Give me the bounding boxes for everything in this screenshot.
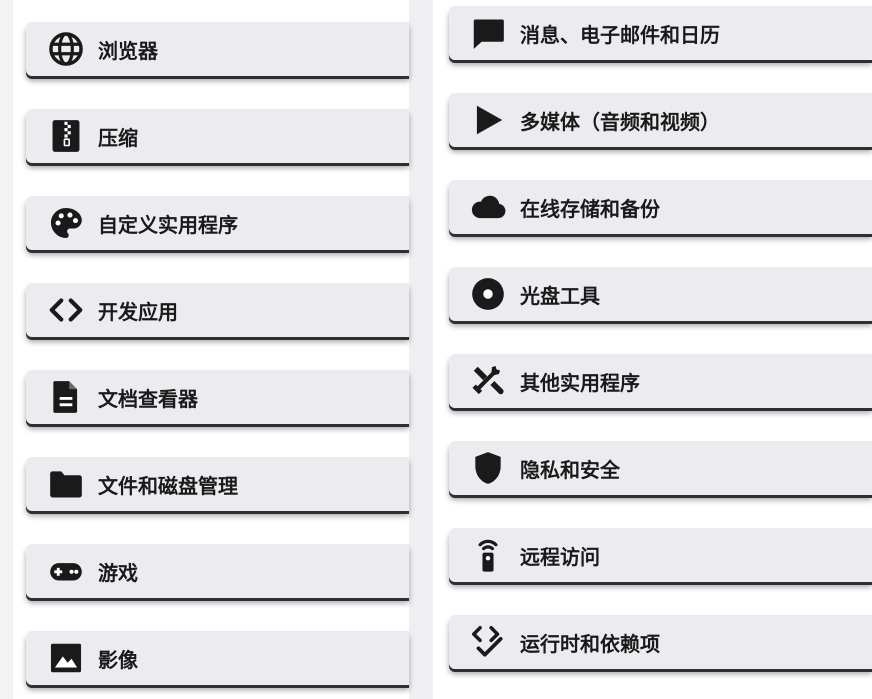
shield-icon (468, 448, 508, 488)
zip-file-icon (46, 116, 86, 156)
category-games[interactable]: 游戏 (26, 544, 409, 598)
left-margin (0, 0, 13, 699)
category-label: 文件和磁盘管理 (98, 473, 238, 498)
category-label: 运行时和依赖项 (520, 631, 660, 656)
category-privacy-security[interactable]: 隐私和安全 (449, 441, 872, 495)
code-check-icon (468, 622, 508, 662)
globe-icon (46, 29, 86, 69)
document-icon (46, 377, 86, 417)
chat-bubble-icon (468, 13, 508, 53)
category-messaging[interactable]: 消息、电子邮件和日历 (449, 6, 872, 60)
category-multimedia[interactable]: 多媒体（音频和视频） (449, 93, 872, 147)
category-remote-access[interactable]: 远程访问 (449, 528, 872, 582)
category-label: 自定义实用程序 (98, 212, 238, 237)
category-label: 隐私和安全 (520, 457, 620, 482)
column-divider (409, 0, 433, 699)
category-label: 光盘工具 (520, 283, 600, 308)
category-label: 消息、电子邮件和日历 (520, 22, 720, 47)
category-label: 在线存储和备份 (520, 196, 660, 221)
image-icon (46, 638, 86, 678)
remote-control-icon (468, 535, 508, 575)
category-compression[interactable]: 压缩 (26, 109, 409, 163)
category-label: 开发应用 (98, 299, 178, 324)
folder-icon (46, 464, 86, 504)
category-customization[interactable]: 自定义实用程序 (26, 196, 409, 250)
category-file-disk-management[interactable]: 文件和磁盘管理 (26, 457, 409, 511)
code-brackets-icon (46, 290, 86, 330)
cloud-icon (468, 187, 508, 227)
category-label: 其他实用程序 (520, 370, 640, 395)
category-label: 多媒体（音频和视频） (520, 109, 720, 134)
category-runtimes-dependencies[interactable]: 运行时和依赖项 (449, 615, 872, 669)
category-disc-tools[interactable]: 光盘工具 (449, 267, 872, 321)
category-document-viewers[interactable]: 文档查看器 (26, 370, 409, 424)
category-label: 影像 (98, 647, 138, 672)
category-label: 文档查看器 (98, 386, 198, 411)
category-browsers[interactable]: 浏览器 (26, 22, 409, 76)
category-development[interactable]: 开发应用 (26, 283, 409, 337)
tools-icon (468, 361, 508, 401)
gamepad-icon (46, 551, 86, 591)
category-label: 游戏 (98, 560, 138, 585)
play-icon (468, 100, 508, 140)
category-other-utilities[interactable]: 其他实用程序 (449, 354, 872, 408)
category-label: 浏览器 (98, 38, 158, 63)
disc-icon (468, 274, 508, 314)
category-label: 压缩 (98, 125, 138, 150)
category-imaging[interactable]: 影像 (26, 631, 409, 685)
category-label: 远程访问 (520, 544, 600, 569)
palette-icon (46, 203, 86, 243)
category-online-storage[interactable]: 在线存储和备份 (449, 180, 872, 234)
